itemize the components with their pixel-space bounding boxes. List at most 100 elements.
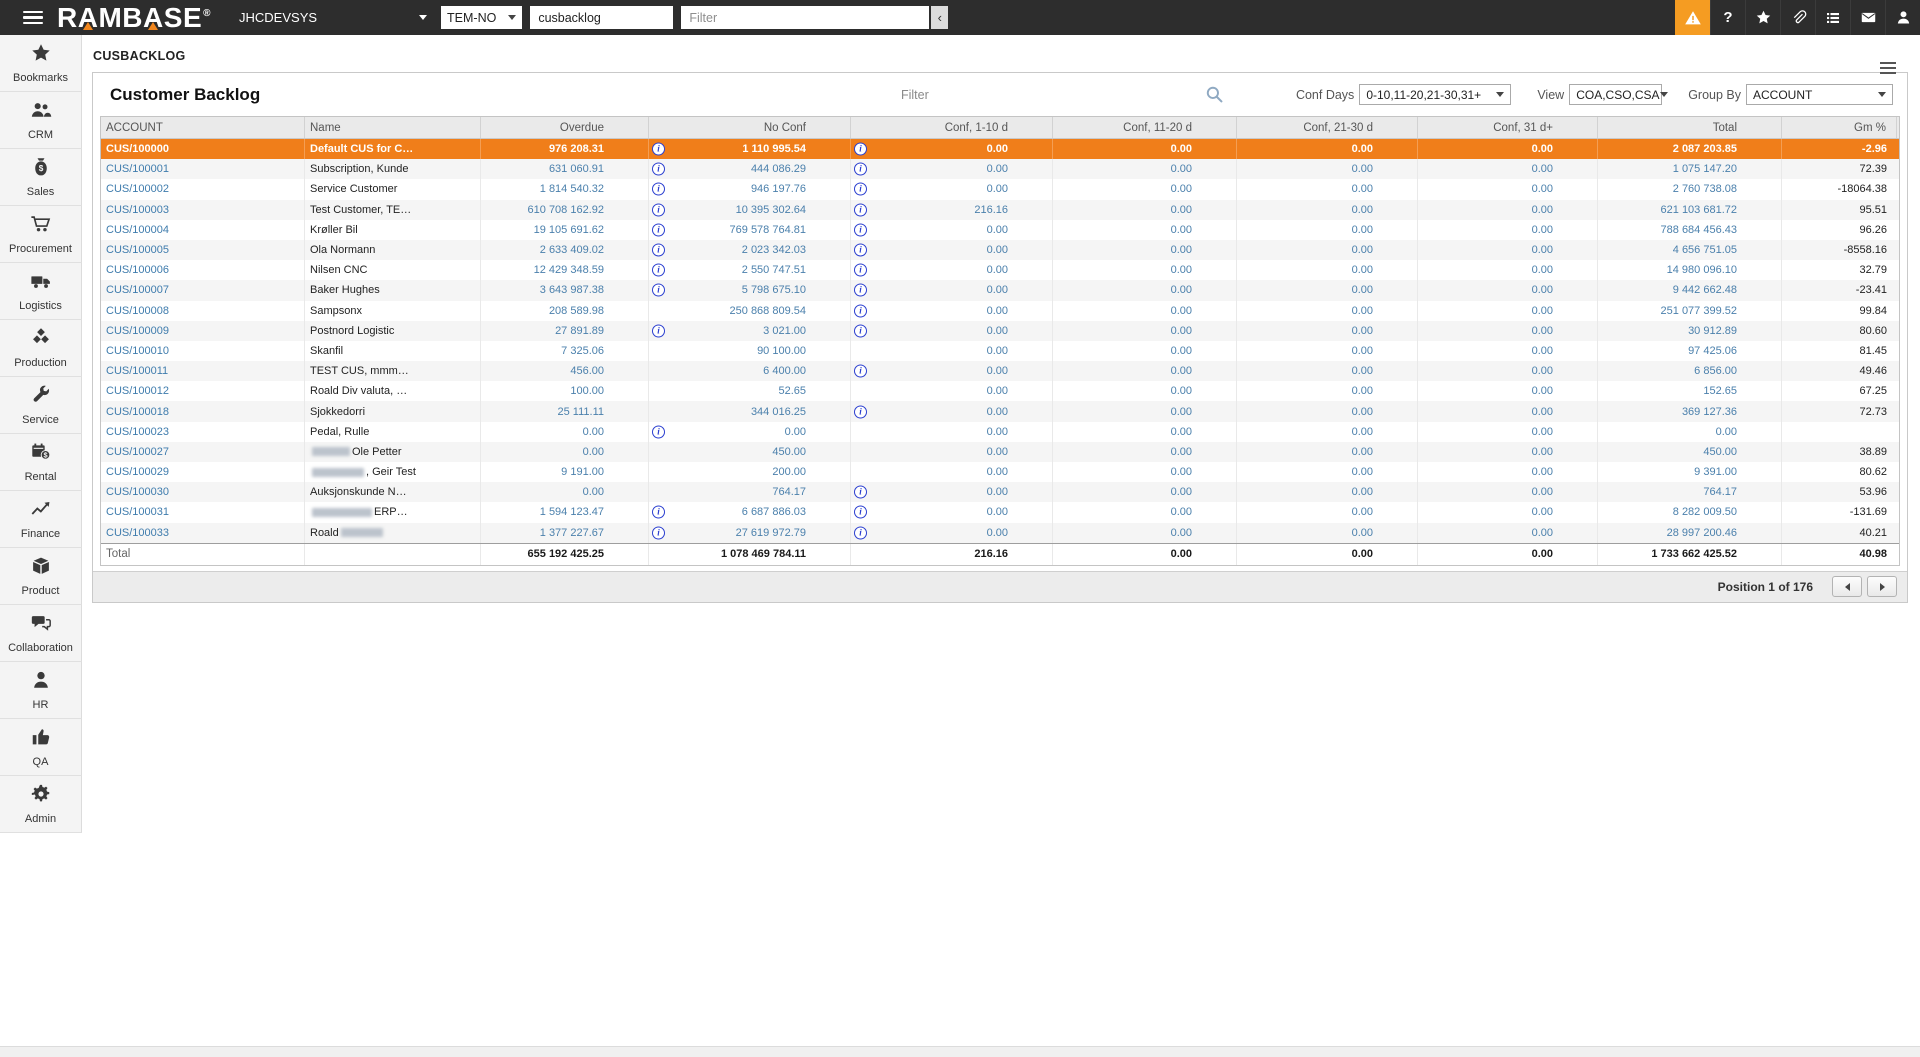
sidebar-item-hr[interactable]: HR: [0, 662, 82, 719]
table-row[interactable]: CUS/100001Subscription, Kunde631 060.91i…: [101, 159, 1899, 179]
info-icon[interactable]: i: [854, 324, 867, 337]
info-icon[interactable]: i: [652, 223, 665, 236]
search-icon[interactable]: [1205, 85, 1224, 104]
table-row[interactable]: CUS/100011TEST CUS, mmm…456.006 400.00i0…: [101, 361, 1899, 381]
table-row[interactable]: CUS/100009Postnord Logistic27 891.89i3 0…: [101, 321, 1899, 341]
list-filter-input[interactable]: [901, 88, 1201, 102]
account-link[interactable]: CUS/100008: [101, 301, 305, 321]
sidebar-item-bookmarks[interactable]: Bookmarks: [0, 35, 82, 92]
sidebar-item-procurement[interactable]: Procurement: [0, 206, 82, 263]
info-icon[interactable]: i: [652, 284, 665, 297]
info-icon[interactable]: i: [652, 324, 665, 337]
info-icon[interactable]: i: [652, 526, 665, 539]
account-link[interactable]: CUS/100009: [101, 321, 305, 341]
account-link[interactable]: CUS/100002: [101, 179, 305, 199]
column-header-conf-21-30-d[interactable]: Conf, 21-30 d: [1237, 117, 1418, 138]
account-link[interactable]: CUS/100023: [101, 422, 305, 442]
info-icon[interactable]: i: [854, 143, 867, 156]
account-link[interactable]: CUS/100030: [101, 482, 305, 502]
info-icon[interactable]: i: [854, 203, 867, 216]
info-icon[interactable]: i: [854, 365, 867, 378]
sidebar-item-rental[interactable]: $Rental: [0, 434, 82, 491]
main-menu-icon[interactable]: [23, 8, 43, 28]
table-row[interactable]: CUS/100002Service Customer1 814 540.32i9…: [101, 179, 1899, 199]
account-link[interactable]: CUS/100027: [101, 442, 305, 462]
account-link[interactable]: CUS/100000: [101, 139, 305, 159]
sidebar-item-admin[interactable]: Admin: [0, 776, 82, 833]
table-row[interactable]: CUS/100031ERP…1 594 123.47i6 687 886.03i…: [101, 502, 1899, 522]
collapse-filter-button[interactable]: ‹: [931, 6, 948, 29]
table-row[interactable]: CUS/100012Roald Div valuta, …100.0052.65…: [101, 381, 1899, 401]
account-link[interactable]: CUS/100005: [101, 240, 305, 260]
info-icon[interactable]: i: [854, 304, 867, 317]
account-link[interactable]: CUS/100001: [101, 159, 305, 179]
account-link[interactable]: CUS/100031: [101, 502, 305, 522]
table-row[interactable]: CUS/100006Nilsen CNC12 429 348.59i2 550 …: [101, 260, 1899, 280]
table-row[interactable]: CUS/100003Test Customer, TE…610 708 162.…: [101, 200, 1899, 220]
account-link[interactable]: CUS/100033: [101, 523, 305, 543]
info-icon[interactable]: i: [854, 264, 867, 277]
global-filter-input[interactable]: [681, 6, 929, 29]
table-row[interactable]: CUS/100029, Geir Test9 191.00200.000.000…: [101, 462, 1899, 482]
sidebar-item-crm[interactable]: CRM: [0, 92, 82, 149]
conf-days-select[interactable]: 0-10,11-20,21-30,31+: [1359, 84, 1511, 105]
account-link[interactable]: CUS/100007: [101, 280, 305, 300]
previous-page-button[interactable]: [1832, 576, 1862, 597]
table-row[interactable]: CUS/100023Pedal, Rulle0.00i0.000.000.000…: [101, 422, 1899, 442]
horizontal-scrollbar[interactable]: [0, 1046, 1920, 1057]
user-icon[interactable]: [1885, 0, 1920, 35]
column-header-conf-31-d[interactable]: Conf, 31 d+: [1418, 117, 1598, 138]
info-icon[interactable]: i: [652, 244, 665, 257]
window-options-icon[interactable]: [1880, 59, 1896, 77]
info-icon[interactable]: i: [652, 183, 665, 196]
table-row[interactable]: CUS/100000Default CUS for C…976 208.31i1…: [101, 139, 1899, 159]
info-icon[interactable]: i: [854, 163, 867, 176]
column-header-conf-11-20-d[interactable]: Conf, 11-20 d: [1053, 117, 1237, 138]
program-input[interactable]: [530, 6, 673, 29]
table-row[interactable]: CUS/100005Ola Normann2 633 409.02i2 023 …: [101, 240, 1899, 260]
sidebar-item-logistics[interactable]: Logistics: [0, 263, 82, 320]
messages-icon[interactable]: [1850, 0, 1885, 35]
info-icon[interactable]: i: [854, 183, 867, 196]
account-link[interactable]: CUS/100006: [101, 260, 305, 280]
system-selector[interactable]: JHCDEVSYS: [239, 10, 427, 25]
account-link[interactable]: CUS/100012: [101, 381, 305, 401]
info-icon[interactable]: i: [854, 405, 867, 418]
account-link[interactable]: CUS/100004: [101, 220, 305, 240]
column-header-name[interactable]: Name: [305, 117, 481, 138]
table-row[interactable]: CUS/100027 Ole Petter0.00450.000.000.000…: [101, 442, 1899, 462]
info-icon[interactable]: i: [854, 244, 867, 257]
group-by-select[interactable]: ACCOUNT: [1746, 84, 1893, 105]
table-row[interactable]: CUS/100004Krøller Bil19 105 691.62i769 5…: [101, 220, 1899, 240]
sidebar-item-production[interactable]: Production: [0, 320, 82, 377]
favorites-icon[interactable]: [1745, 0, 1780, 35]
attachments-icon[interactable]: [1780, 0, 1815, 35]
task-list-icon[interactable]: [1815, 0, 1850, 35]
alerts-icon[interactable]: [1675, 0, 1710, 35]
account-link[interactable]: CUS/100003: [101, 200, 305, 220]
info-icon[interactable]: i: [854, 506, 867, 519]
info-icon[interactable]: i: [854, 223, 867, 236]
info-icon[interactable]: i: [652, 163, 665, 176]
info-icon[interactable]: i: [854, 526, 867, 539]
info-icon[interactable]: i: [854, 284, 867, 297]
sidebar-item-product[interactable]: Product: [0, 548, 82, 605]
info-icon[interactable]: i: [652, 425, 665, 438]
info-icon[interactable]: i: [652, 203, 665, 216]
column-header-gm[interactable]: Gm %: [1782, 117, 1897, 138]
sidebar-item-collaboration[interactable]: Collaboration: [0, 605, 82, 662]
account-link[interactable]: CUS/100029: [101, 462, 305, 482]
rambase-logo[interactable]: RAMBASE®: [57, 2, 211, 34]
column-header-no-conf[interactable]: No Conf: [649, 117, 851, 138]
next-page-button[interactable]: [1867, 576, 1897, 597]
table-row[interactable]: CUS/100008Sampsonx208 589.98250 868 809.…: [101, 301, 1899, 321]
help-icon[interactable]: ?: [1710, 0, 1745, 35]
table-row[interactable]: CUS/100010Skanfil7 325.0690 100.000.000.…: [101, 341, 1899, 361]
column-header-account[interactable]: ACCOUNT: [101, 117, 305, 138]
account-link[interactable]: CUS/100011: [101, 361, 305, 381]
target-selector[interactable]: TEM-NO: [441, 6, 522, 29]
info-icon[interactable]: i: [652, 264, 665, 277]
info-icon[interactable]: i: [652, 506, 665, 519]
account-link[interactable]: CUS/100018: [101, 401, 305, 421]
view-select[interactable]: COA,CSO,CSA: [1569, 84, 1662, 105]
